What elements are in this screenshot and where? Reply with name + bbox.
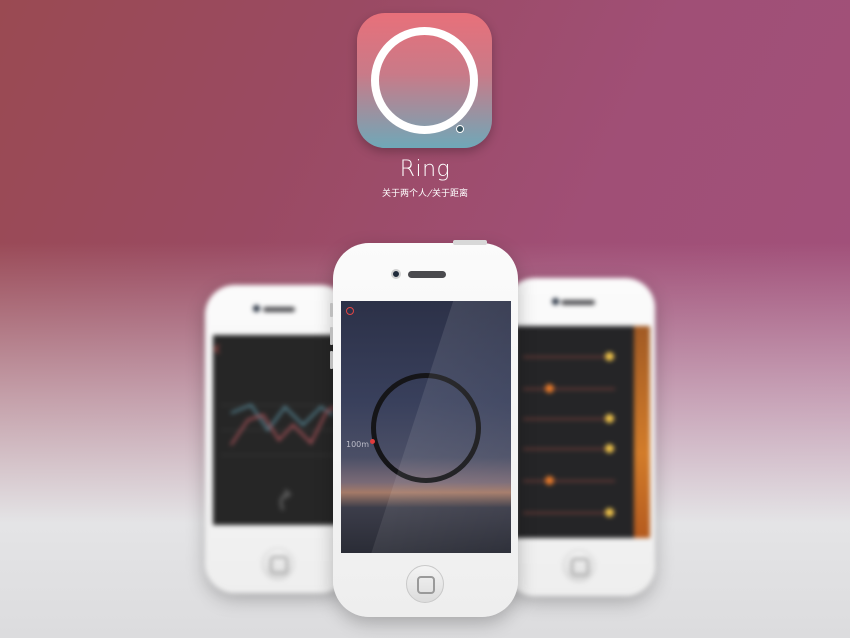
ring-logo-icon bbox=[371, 27, 478, 134]
volume-down-button bbox=[330, 351, 333, 369]
list-item bbox=[523, 444, 615, 453]
phone-camera bbox=[552, 298, 559, 305]
ring-screen: 100m bbox=[341, 301, 511, 553]
phone-camera bbox=[253, 305, 260, 312]
home-button-icon[interactable] bbox=[406, 565, 444, 603]
graph-screen bbox=[213, 344, 336, 511]
bulb-icon bbox=[545, 384, 554, 393]
bulb-icon bbox=[605, 414, 614, 423]
home-button-icon bbox=[262, 548, 294, 580]
tagline-right: 关于距离 bbox=[432, 189, 469, 199]
list-item bbox=[523, 352, 615, 361]
bulb-icon bbox=[545, 476, 554, 485]
app-icon bbox=[357, 13, 492, 148]
list-item bbox=[523, 384, 615, 393]
list-item bbox=[523, 508, 615, 517]
distance-marker bbox=[370, 439, 375, 444]
phone-center: 100m bbox=[330, 240, 518, 617]
home-button-icon bbox=[563, 550, 595, 582]
phone-camera bbox=[391, 269, 401, 279]
app-name: Ring bbox=[399, 157, 451, 182]
phone-left-screen bbox=[213, 335, 343, 525]
right-sidebar bbox=[634, 326, 650, 538]
phone-speaker bbox=[408, 271, 446, 278]
list-item bbox=[523, 414, 615, 423]
phone-right-screen bbox=[515, 326, 650, 538]
bulb-icon bbox=[605, 508, 614, 517]
power-button bbox=[453, 240, 487, 245]
ring-logo-dot bbox=[456, 125, 464, 133]
record-icon[interactable] bbox=[346, 307, 354, 315]
bulb-icon bbox=[605, 352, 614, 361]
distance-label: 100m bbox=[346, 440, 370, 449]
phone-speaker bbox=[561, 300, 595, 305]
mute-switch bbox=[330, 303, 333, 317]
back-chevron-icon bbox=[213, 344, 220, 354]
phone-right bbox=[505, 278, 655, 596]
bulb-icon bbox=[605, 444, 614, 453]
list-item bbox=[523, 476, 615, 485]
app-tagline: 关于两个人/关于距离 bbox=[0, 186, 850, 199]
undo-icon bbox=[279, 488, 293, 511]
graph-series-teal bbox=[230, 403, 334, 432]
tagline-left: 关于两个人 bbox=[381, 189, 427, 199]
phone-speaker bbox=[263, 307, 295, 312]
volume-up-button bbox=[330, 327, 333, 345]
phone-left bbox=[205, 285, 350, 593]
graph-series-red bbox=[230, 406, 336, 446]
